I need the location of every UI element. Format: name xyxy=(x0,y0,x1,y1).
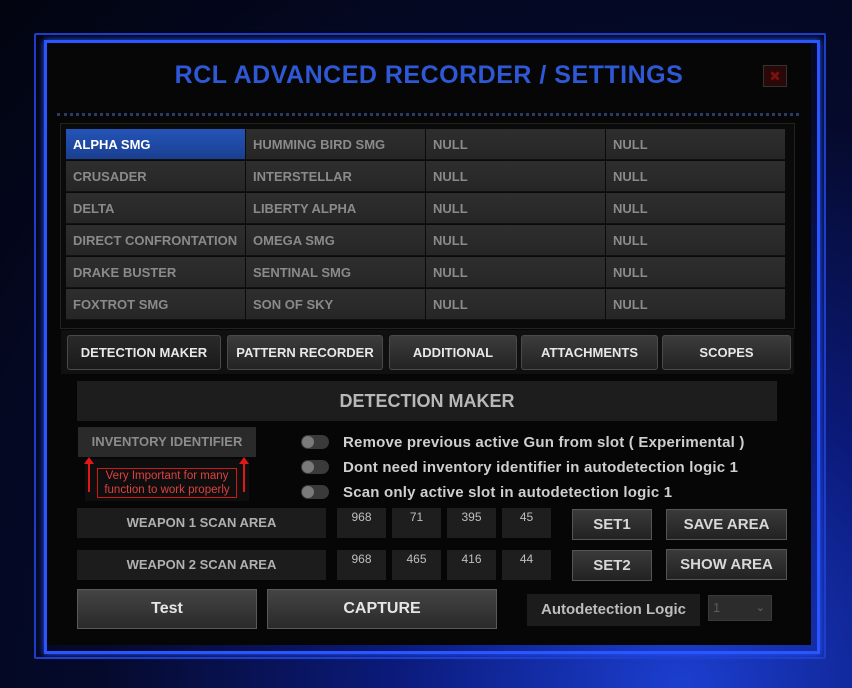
gun-list-item[interactable]: DRAKE BUSTER xyxy=(66,257,245,288)
autodetection-value: 1 xyxy=(713,600,721,615)
gun-list-item[interactable]: NULL xyxy=(606,161,785,192)
show-area-button[interactable]: SHOW AREA xyxy=(666,549,787,580)
autodetection-label: Autodetection Logic xyxy=(527,594,700,626)
scan-active-slot-toggle[interactable] xyxy=(301,485,329,499)
weapon2-height-field[interactable]: 44 xyxy=(502,550,551,580)
up-arrow-icon xyxy=(239,457,249,492)
set2-button[interactable]: SET2 xyxy=(572,550,652,581)
remove-previous-toggle[interactable] xyxy=(301,435,329,449)
gun-list-item[interactable]: ALPHA SMG xyxy=(66,129,245,160)
gun-list-item[interactable]: NULL xyxy=(426,161,605,192)
weapon1-width-field[interactable]: 395 xyxy=(447,508,496,538)
capture-button[interactable]: CAPTURE xyxy=(267,589,497,629)
close-button[interactable]: ✖ xyxy=(763,65,787,87)
gun-list-item[interactable]: NULL xyxy=(426,257,605,288)
tab-attachments[interactable]: ATTACHMENTS xyxy=(521,335,658,370)
gun-list-item[interactable]: FOXTROT SMG xyxy=(66,289,245,320)
gun-list-item[interactable]: OMEGA SMG xyxy=(246,225,425,256)
autodetection-select[interactable]: 1 ⌄ xyxy=(708,595,772,621)
tab-bar: DETECTION MAKER PATTERN RECORDER ADDITIO… xyxy=(61,330,794,374)
settings-window: RCL ADVANCED RECORDER / SETTINGS ✖ ALPHA… xyxy=(47,43,811,645)
gun-list-item[interactable]: NULL xyxy=(426,225,605,256)
gun-list-item[interactable]: INTERSTELLAR xyxy=(246,161,425,192)
weapon2-width-field[interactable]: 416 xyxy=(447,550,496,580)
gun-list-item[interactable]: NULL xyxy=(426,129,605,160)
title-divider xyxy=(57,113,799,116)
gun-list-item[interactable]: NULL xyxy=(426,193,605,224)
gun-list-item[interactable]: DELTA xyxy=(66,193,245,224)
gun-list-item[interactable]: NULL xyxy=(606,225,785,256)
gun-list-item[interactable]: NULL xyxy=(426,289,605,320)
tab-pattern-recorder[interactable]: PATTERN RECORDER xyxy=(227,335,383,370)
set1-button[interactable]: SET1 xyxy=(572,509,652,540)
gun-list-item[interactable]: SON OF SKY xyxy=(246,289,425,320)
gun-list-panel: ALPHA SMG HUMMING BIRD SMG NULL NULL CRUSADE… xyxy=(60,123,795,329)
save-area-button[interactable]: SAVE AREA xyxy=(666,509,787,540)
warning-box: Very Important for many function to work… xyxy=(84,457,249,501)
gun-list-item[interactable]: NULL xyxy=(606,289,785,320)
toggle-label: Dont need inventory identifier in autode… xyxy=(343,458,739,476)
gun-list-item[interactable]: SENTINAL SMG xyxy=(246,257,425,288)
toggle-row-no-inventory: Dont need inventory identifier in autode… xyxy=(301,457,738,477)
up-arrow-icon xyxy=(84,457,94,492)
gun-list-item[interactable]: HUMMING BIRD SMG xyxy=(246,129,425,160)
weapon1-y-field[interactable]: 71 xyxy=(392,508,441,538)
toggle-row-remove-previous: Remove previous active Gun from slot ( E… xyxy=(301,432,745,452)
chevron-down-icon: ⌄ xyxy=(755,602,765,614)
section-header: DETECTION MAKER xyxy=(77,381,777,421)
inventory-identifier-button[interactable]: INVENTORY IDENTIFIER xyxy=(78,427,256,457)
toggle-row-scan-active: Scan only active slot in autodetection l… xyxy=(301,482,672,502)
weapon1-height-field[interactable]: 45 xyxy=(502,508,551,538)
tab-scopes[interactable]: SCOPES xyxy=(662,335,791,370)
gun-list-item[interactable]: NULL xyxy=(606,193,785,224)
weapon1-x-field[interactable]: 968 xyxy=(337,508,386,538)
gun-list-item[interactable]: DIRECT CONFRONTATION xyxy=(66,225,245,256)
gun-list-item[interactable]: NULL xyxy=(606,257,785,288)
no-inventory-identifier-toggle[interactable] xyxy=(301,460,329,474)
toggle-label: Remove previous active Gun from slot ( E… xyxy=(343,433,745,451)
warning-text: Very Important for many function to work… xyxy=(97,468,237,498)
weapon1-scan-label: WEAPON 1 SCAN AREA xyxy=(77,508,326,538)
weapon2-scan-label: WEAPON 2 SCAN AREA xyxy=(77,550,326,580)
gun-list-item[interactable]: LIBERTY ALPHA xyxy=(246,193,425,224)
tab-additional[interactable]: ADDITIONAL xyxy=(389,335,517,370)
weapon2-x-field[interactable]: 968 xyxy=(337,550,386,580)
tab-detection-maker[interactable]: DETECTION MAKER xyxy=(67,335,221,370)
toggle-label: Scan only active slot in autodetection l… xyxy=(343,483,673,501)
window-title: RCL ADVANCED RECORDER / SETTINGS xyxy=(174,61,684,89)
gun-list-item[interactable]: NULL xyxy=(606,129,785,160)
weapon2-y-field[interactable]: 465 xyxy=(392,550,441,580)
gun-grid: ALPHA SMG HUMMING BIRD SMG NULL NULL CRUSADE… xyxy=(66,129,785,320)
test-button[interactable]: Test xyxy=(77,589,257,629)
gun-list-item[interactable]: CRUSADER xyxy=(66,161,245,192)
